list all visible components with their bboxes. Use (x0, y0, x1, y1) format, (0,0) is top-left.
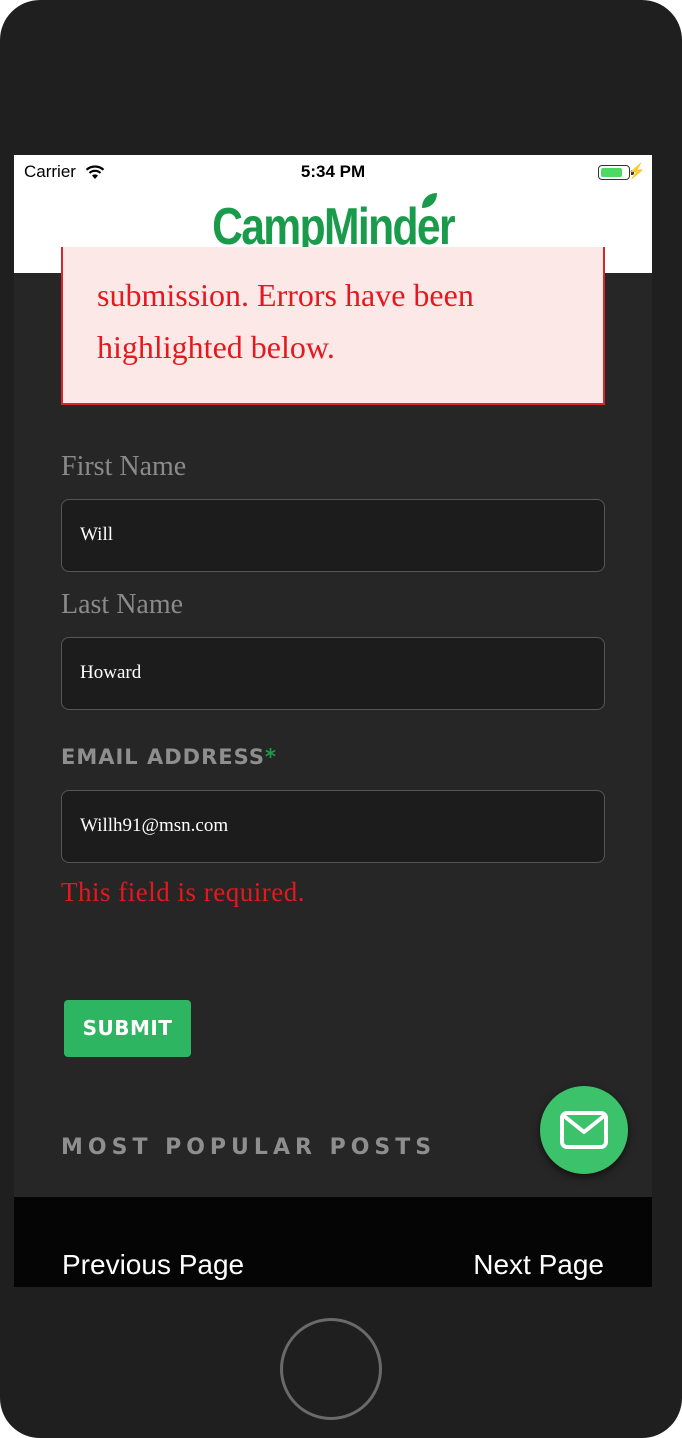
submit-button[interactable]: SUBMIT (64, 1000, 191, 1057)
email-field[interactable]: Willh91@msn.com (61, 790, 605, 863)
charging-icon: ⚡ (627, 163, 646, 180)
mail-icon (560, 1111, 608, 1149)
email-value: Willh91@msn.com (80, 815, 229, 836)
error-line-1: submission. Errors have been (97, 277, 474, 313)
next-page-link[interactable]: Next Page (473, 1249, 604, 1281)
first-name-label: First Name (61, 451, 187, 482)
status-bar: Carrier 5:34 PM ⚡ (14, 155, 652, 191)
status-time: 5:34 PM (300, 162, 366, 181)
first-name-field[interactable]: Will (61, 499, 605, 572)
contact-fab-button[interactable] (540, 1086, 628, 1174)
email-label: EMAIL ADDRESS* (61, 745, 277, 769)
popular-posts-heading: MOST POPULAR POSTS (61, 1135, 437, 1160)
phone-frame: Carrier 5:34 PM ⚡ CampMinder submission.… (0, 0, 682, 1438)
email-error: This field is required. (61, 877, 305, 907)
error-line-2: highlighted below. (97, 329, 335, 365)
battery-icon (598, 165, 634, 180)
first-name-value: Will (80, 524, 114, 545)
required-mark: * (264, 745, 277, 769)
leaf-icon (422, 193, 437, 208)
previous-page-link[interactable]: Previous Page (62, 1249, 244, 1281)
error-alert-text: submission. Errors have been highlighted… (97, 269, 577, 373)
pager-bar: Previous Page Next Page (14, 1197, 652, 1287)
email-label-text: EMAIL ADDRESS (61, 745, 265, 769)
error-alert: submission. Errors have been highlighted… (61, 247, 605, 405)
home-button[interactable] (280, 1318, 382, 1420)
last-name-field[interactable]: Howard (61, 637, 605, 710)
last-name-label: Last Name (61, 589, 184, 620)
last-name-value: Howard (80, 662, 142, 683)
app-screen: Carrier 5:34 PM ⚡ CampMinder submission.… (14, 155, 652, 1287)
